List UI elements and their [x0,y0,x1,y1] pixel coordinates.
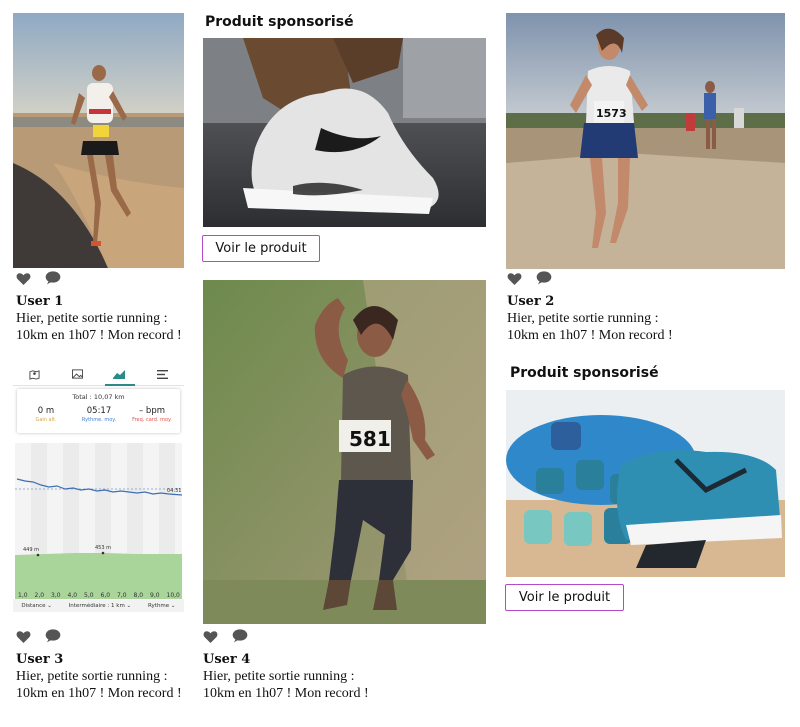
view-product-button[interactable]: Voir le produit [202,235,320,262]
caption-line: Hier, petite sortie running : [507,311,659,326]
stat-value: 05:17 [86,406,112,416]
app-filter-bar: Distance ⌄ Intermédiaire : 1 km ⌄ Rythme… [13,599,184,612]
x-tick-label: 4,0 [68,592,78,599]
caption-line: 10km en 1h07 ! Mon record ! [16,686,182,701]
altitude-label: 449 m [23,547,39,553]
heart-icon[interactable] [507,272,522,285]
post-username[interactable]: User 2 [507,294,554,309]
sponsored-title: Produit sponsorisé [510,365,659,381]
map-icon [29,369,40,380]
comment-icon[interactable] [232,629,248,643]
filter-pace[interactable]: Rythme ⌄ [148,603,176,609]
tab-map[interactable] [13,363,56,385]
sponsored-product-image[interactable] [203,38,486,227]
comment-icon[interactable] [45,271,61,285]
x-tick-label: 1,0 [18,592,28,599]
post-photo-user-3[interactable]: Total : 10,07 km 0 m Gain alt. 05:17 Ryt… [13,363,184,612]
x-tick-label: 3,0 [51,592,61,599]
stat-label: Freq. card. moy. [132,417,172,423]
x-tick-label: 5,0 [84,592,94,599]
post-caption: Hier, petite sortie running : 10km en 1h… [203,668,389,702]
pace-axis-label: 04:31 [167,488,181,494]
stat-elevation: 0 m Gain alt. [19,406,73,424]
heart-icon[interactable] [16,630,31,643]
caption-line: 10km en 1h07 ! Mon record ! [16,328,182,343]
stat-heart-rate: – bpm Freq. card. moy. [125,406,179,424]
stat-value: 0 m [37,406,55,416]
heart-icon[interactable] [203,630,218,643]
x-tick-label: 2,0 [35,592,45,599]
post-caption: Hier, petite sortie running : 10km en 1h… [16,668,202,702]
post-photo-user-2[interactable]: 1573 [506,13,785,269]
chart-icon [113,370,126,379]
caption-line: 10km en 1h07 ! Mon record ! [203,686,369,701]
tab-graph[interactable] [99,363,142,386]
stat-value: – bpm [138,406,166,416]
stat-label: Gain alt. [35,417,57,423]
comment-icon[interactable] [536,271,552,285]
stat-pace: 05:17 Rythme. moy. [72,406,126,424]
run-summary-card: Total : 10,07 km 0 m Gain alt. 05:17 Ryt… [17,389,180,433]
x-tick-label: 8,0 [134,592,144,599]
view-product-button[interactable]: Voir le produit [505,584,624,611]
tab-photos[interactable] [56,363,99,385]
post-caption: Hier, petite sortie running : 10km en 1h… [507,310,693,344]
caption-line: 10km en 1h07 ! Mon record ! [507,328,673,343]
total-distance: Total : 10,07 km [72,393,125,401]
tab-splits[interactable] [141,363,184,385]
post-username[interactable]: User 1 [16,294,63,309]
altitude-label: 453 m [95,545,111,551]
heart-icon[interactable] [16,272,31,285]
caption-line: Hier, petite sortie running : [16,669,168,684]
x-tick-label: 10,0 [167,592,181,599]
race-bib-number: 581 [349,427,391,451]
list-icon [157,369,169,379]
caption-line: Hier, petite sortie running : [203,669,355,684]
post-username[interactable]: User 3 [16,652,63,667]
app-tab-bar [13,363,184,386]
x-tick-label: 9,0 [150,592,160,599]
post-photo-user-1[interactable] [13,13,184,268]
post-username[interactable]: User 4 [203,652,250,667]
comment-icon[interactable] [45,629,61,643]
caption-line: Hier, petite sortie running : [16,311,168,326]
x-tick-label: 7,0 [117,592,127,599]
post-caption: Hier, petite sortie running : 10km en 1h… [16,310,202,344]
x-tick-label: 6,0 [101,592,111,599]
stat-label: Rythme. moy. [81,417,117,423]
sponsored-product-image[interactable] [506,390,785,577]
post-photo-user-4[interactable]: 581 [203,280,486,624]
race-bib-number: 1573 [596,107,627,120]
filter-split[interactable]: Intermédiaire : 1 km ⌄ [69,603,132,609]
filter-distance[interactable]: Distance ⌄ [21,603,51,609]
image-icon [71,369,83,379]
pace-elevation-graph: 04:31 449 m 453 m 1,0 2,0 3,0 4,0 5,0 6,0 7,0 8… [15,443,182,601]
sponsored-title: Produit sponsorisé [205,14,354,30]
